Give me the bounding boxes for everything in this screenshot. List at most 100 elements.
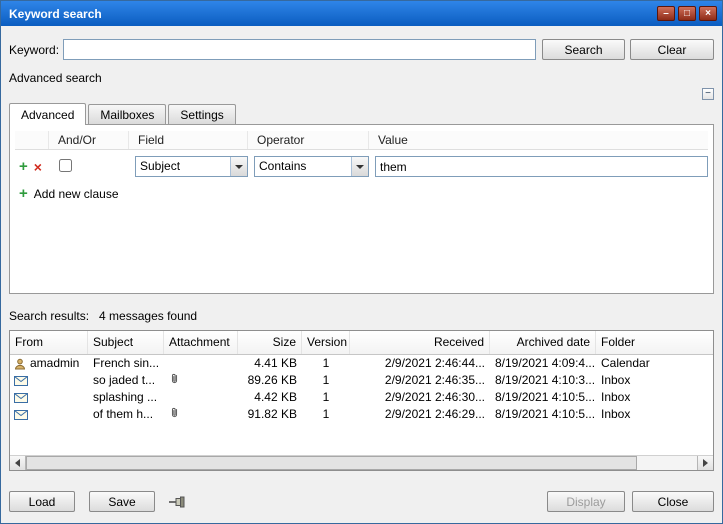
display-button: Display <box>547 491 625 512</box>
chevron-down-icon[interactable] <box>351 157 368 176</box>
clause-checkbox[interactable] <box>59 159 72 172</box>
column-header-archived-date[interactable]: Archived date <box>490 331 596 354</box>
contact-icon <box>14 358 26 370</box>
collapse-toggle-icon[interactable]: − <box>702 88 714 100</box>
version-cell: 1 <box>302 389 350 406</box>
keyword-label: Keyword: <box>9 43 63 57</box>
archived-date-cell: 8/19/2021 4:10:3... <box>490 372 596 389</box>
mail-icon <box>14 410 28 420</box>
folder-cell: Calendar <box>596 355 713 372</box>
paperclip-icon <box>169 408 180 422</box>
column-header-folder[interactable]: Folder <box>596 331 713 354</box>
search-button[interactable]: Search <box>542 39 625 60</box>
size-cell: 4.41 KB <box>238 355 302 372</box>
results-summary-label: Search results: <box>9 309 89 323</box>
version-cell: 1 <box>302 355 350 372</box>
footer-bar: Load Save Display Close <box>9 491 714 512</box>
titlebar[interactable]: Keyword search – □ × <box>1 1 722 26</box>
load-button[interactable]: Load <box>9 491 75 512</box>
horizontal-scrollbar[interactable] <box>10 455 713 470</box>
operator-select-value: Contains <box>255 157 351 176</box>
add-new-clause-label: Add new clause <box>34 187 119 201</box>
received-cell: 2/9/2021 2:46:44... <box>350 355 490 372</box>
column-header-size[interactable]: Size <box>238 331 302 354</box>
field-select-value: Subject <box>136 157 230 176</box>
size-cell: 89.26 KB <box>238 372 302 389</box>
table-row[interactable]: amadmin French sin... 4.41 KB 1 2/9/2021… <box>10 355 713 372</box>
clause-actions: + × <box>15 159 49 174</box>
from-cell: amadmin <box>30 355 79 372</box>
table-row[interactable]: splashing ... 4.42 KB 1 2/9/2021 2:46:30… <box>10 389 713 406</box>
folder-cell: Inbox <box>596 406 713 423</box>
keyword-search-window: Keyword search – □ × Keyword: Search Cle… <box>0 0 723 524</box>
keyword-input[interactable] <box>63 39 536 60</box>
subject-cell: so jaded t... <box>88 372 164 389</box>
folder-cell: Inbox <box>596 389 713 406</box>
clause-header-field: Field <box>135 131 248 149</box>
maximize-button[interactable]: □ <box>678 6 696 21</box>
subject-cell: French sin... <box>88 355 164 372</box>
chevron-down-icon[interactable] <box>230 157 247 176</box>
field-select[interactable]: Subject <box>135 156 248 177</box>
received-cell: 2/9/2021 2:46:29... <box>350 406 490 423</box>
mail-icon <box>14 393 28 403</box>
folder-cell: Inbox <box>596 372 713 389</box>
value-cell <box>375 156 708 177</box>
advanced-tab-panel: And/Or Field Operator Value + × Subject <box>9 124 714 294</box>
clause-header-andor: And/Or <box>55 131 129 149</box>
advanced-search-label: Advanced search <box>9 71 714 85</box>
subject-cell: of them h... <box>88 406 164 423</box>
version-cell: 1 <box>302 372 350 389</box>
results-summary: Search results: 4 messages found <box>9 309 714 323</box>
size-cell: 91.82 KB <box>238 406 302 423</box>
results-table: From Subject Attachment Size Version Rec… <box>9 330 714 471</box>
close-button[interactable]: Close <box>632 491 714 512</box>
paperclip-icon <box>169 374 180 388</box>
received-cell: 2/9/2021 2:46:35... <box>350 372 490 389</box>
table-empty-area <box>10 423 713 455</box>
add-clause-icon[interactable]: + <box>19 159 28 174</box>
table-row[interactable]: so jaded t... 89.26 KB 1 2/9/2021 2:46:3… <box>10 372 713 389</box>
tab-advanced[interactable]: Advanced <box>9 103 86 125</box>
table-row[interactable]: of them h... 91.82 KB 1 2/9/2021 2:46:29… <box>10 406 713 423</box>
dialog-content: Keyword: Search Clear Advanced search − … <box>1 26 722 523</box>
column-header-attachment[interactable]: Attachment <box>164 331 238 354</box>
results-table-header: From Subject Attachment Size Version Rec… <box>10 331 713 355</box>
column-header-from[interactable]: From <box>10 331 88 354</box>
clear-button[interactable]: Clear <box>630 39 714 60</box>
received-cell: 2/9/2021 2:46:30... <box>350 389 490 406</box>
close-icon[interactable]: × <box>699 6 717 21</box>
archived-date-cell: 8/19/2021 4:10:5... <box>490 389 596 406</box>
tab-mailboxes[interactable]: Mailboxes <box>88 104 166 125</box>
clause-row: + × Subject Contains <box>15 156 708 177</box>
scrollbar-thumb[interactable] <box>26 456 637 470</box>
results-summary-count: 4 messages found <box>99 309 197 323</box>
version-cell: 1 <box>302 406 350 423</box>
subject-cell: splashing ... <box>88 389 164 406</box>
save-button[interactable]: Save <box>89 491 155 512</box>
scroll-right-icon[interactable] <box>697 456 713 470</box>
tab-strip: Advanced Mailboxes Settings <box>9 102 714 124</box>
scrollbar-track[interactable] <box>26 456 697 470</box>
mail-icon <box>14 376 28 386</box>
add-new-clause-link[interactable]: + Add new clause <box>15 186 708 201</box>
clause-header-operator: Operator <box>254 131 369 149</box>
value-input[interactable] <box>375 156 708 177</box>
column-header-version[interactable]: Version <box>302 331 350 354</box>
column-header-received[interactable]: Received <box>350 331 490 354</box>
remove-clause-icon[interactable]: × <box>34 160 42 174</box>
keyword-row: Keyword: Search Clear <box>9 39 714 60</box>
clause-header: And/Or Field Operator Value <box>15 131 708 150</box>
andor-cell <box>55 159 129 175</box>
tab-settings[interactable]: Settings <box>168 104 235 125</box>
operator-select[interactable]: Contains <box>254 156 369 177</box>
size-cell: 4.42 KB <box>238 389 302 406</box>
clause-header-value: Value <box>375 131 708 149</box>
collapse-row: − <box>9 88 714 100</box>
minimize-button[interactable]: – <box>657 6 675 21</box>
pin-icon[interactable] <box>168 496 188 508</box>
scroll-left-icon[interactable] <box>10 456 26 470</box>
column-header-subject[interactable]: Subject <box>88 331 164 354</box>
archived-date-cell: 8/19/2021 4:09:4... <box>490 355 596 372</box>
plus-icon: + <box>19 186 28 201</box>
